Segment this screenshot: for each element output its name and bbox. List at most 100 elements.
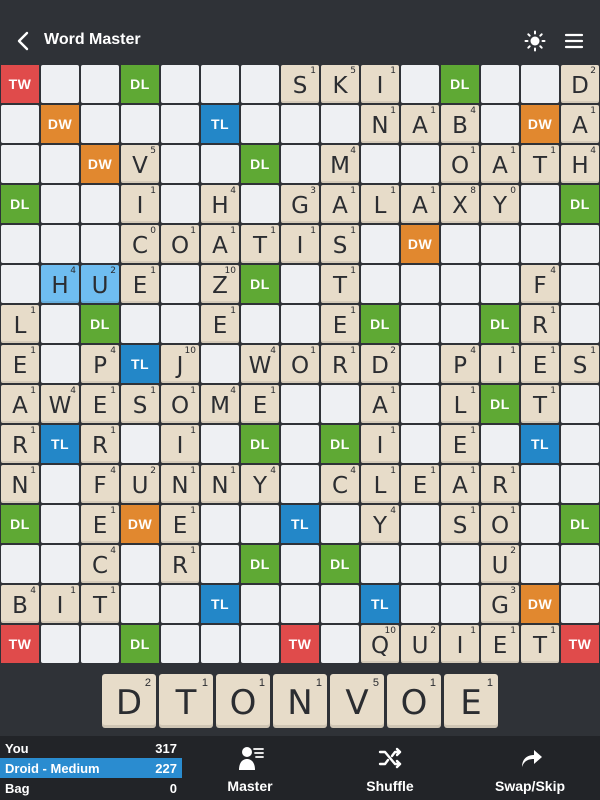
premium-cell-tl[interactable]: TL	[521, 425, 559, 463]
board-cell[interactable]	[561, 465, 599, 503]
board-cell[interactable]	[441, 265, 479, 303]
board-cell[interactable]	[161, 145, 199, 183]
board-cell[interactable]	[321, 105, 359, 143]
premium-cell-dl[interactable]: DL	[121, 65, 159, 103]
premium-cell-dl[interactable]: DL	[121, 625, 159, 663]
board-cell[interactable]	[81, 225, 119, 263]
board-cell[interactable]	[561, 385, 599, 423]
premium-cell-dl[interactable]: DL	[561, 505, 599, 543]
board-cell[interactable]	[41, 505, 79, 543]
premium-cell-dl[interactable]: DL	[241, 425, 279, 463]
board-cell[interactable]	[241, 505, 279, 543]
board-cell[interactable]	[441, 305, 479, 343]
board-cell[interactable]	[561, 425, 599, 463]
board-cell[interactable]	[521, 545, 559, 583]
premium-cell-dl[interactable]: DL	[481, 385, 519, 423]
board-cell[interactable]	[481, 425, 519, 463]
board-cell[interactable]	[281, 385, 319, 423]
premium-cell-dl[interactable]: DL	[321, 545, 359, 583]
premium-cell-dw[interactable]: DW	[521, 585, 559, 623]
board-cell[interactable]	[401, 65, 439, 103]
premium-cell-tl[interactable]: TL	[121, 345, 159, 383]
premium-cell-dl[interactable]: DL	[1, 185, 39, 223]
swap-skip-button[interactable]: Swap/Skip	[470, 736, 590, 800]
premium-cell-tl[interactable]: TL	[361, 585, 399, 623]
premium-cell-tl[interactable]: TL	[201, 105, 239, 143]
board-cell[interactable]	[41, 225, 79, 263]
board-cell[interactable]	[161, 305, 199, 343]
board-cell[interactable]	[161, 625, 199, 663]
board-cell[interactable]	[281, 425, 319, 463]
board-cell[interactable]	[361, 265, 399, 303]
premium-cell-tl[interactable]: TL	[281, 505, 319, 543]
board-cell[interactable]	[81, 105, 119, 143]
board-cell[interactable]	[361, 225, 399, 263]
premium-cell-dw[interactable]: DW	[41, 105, 79, 143]
board-cell[interactable]	[161, 185, 199, 223]
board-cell[interactable]	[201, 625, 239, 663]
menu-button[interactable]	[563, 30, 585, 52]
board-cell[interactable]	[1, 105, 39, 143]
board-cell[interactable]	[441, 585, 479, 623]
board-cell[interactable]	[201, 65, 239, 103]
board-cell[interactable]	[321, 385, 359, 423]
board-cell[interactable]	[121, 585, 159, 623]
board-cell[interactable]	[121, 305, 159, 343]
board-cell[interactable]	[321, 625, 359, 663]
board-cell[interactable]	[401, 585, 439, 623]
premium-cell-tw[interactable]: TW	[281, 625, 319, 663]
board-cell[interactable]	[161, 65, 199, 103]
board-cell[interactable]	[481, 105, 519, 143]
premium-cell-dw[interactable]: DW	[401, 225, 439, 263]
board-cell[interactable]	[521, 465, 559, 503]
rack-tile[interactable]: D2	[102, 674, 156, 728]
premium-cell-tw[interactable]: TW	[1, 625, 39, 663]
premium-cell-tw[interactable]: TW	[561, 625, 599, 663]
premium-cell-dw[interactable]: DW	[81, 145, 119, 183]
rack-tile[interactable]: O1	[387, 674, 441, 728]
board-cell[interactable]	[201, 505, 239, 543]
board-cell[interactable]	[41, 65, 79, 103]
board-cell[interactable]	[241, 305, 279, 343]
rack-tile[interactable]: N1	[273, 674, 327, 728]
premium-cell-dl[interactable]: DL	[321, 425, 359, 463]
board-cell[interactable]	[161, 585, 199, 623]
board-cell[interactable]	[241, 185, 279, 223]
board-cell[interactable]	[241, 585, 279, 623]
board-cell[interactable]	[41, 545, 79, 583]
premium-cell-dl[interactable]: DL	[241, 145, 279, 183]
board-cell[interactable]	[281, 145, 319, 183]
board-cell[interactable]	[481, 65, 519, 103]
premium-cell-dl[interactable]: DL	[241, 545, 279, 583]
master-button[interactable]: Master	[190, 736, 310, 800]
board-cell[interactable]	[561, 545, 599, 583]
board-cell[interactable]	[41, 625, 79, 663]
shuffle-button[interactable]: Shuffle	[330, 736, 450, 800]
rack-tile[interactable]: E1	[444, 674, 498, 728]
premium-cell-dl[interactable]: DL	[481, 305, 519, 343]
board-cell[interactable]	[81, 625, 119, 663]
board-cell[interactable]	[401, 545, 439, 583]
board-cell[interactable]	[201, 345, 239, 383]
board-cell[interactable]	[281, 545, 319, 583]
board-cell[interactable]	[121, 545, 159, 583]
board-cell[interactable]	[81, 65, 119, 103]
board-cell[interactable]	[1, 265, 39, 303]
board-cell[interactable]	[201, 425, 239, 463]
board-cell[interactable]	[401, 505, 439, 543]
board-cell[interactable]	[281, 105, 319, 143]
board-cell[interactable]	[41, 305, 79, 343]
premium-cell-dl[interactable]: DL	[361, 305, 399, 343]
board-cell[interactable]	[281, 585, 319, 623]
board-cell[interactable]	[521, 505, 559, 543]
premium-cell-dl[interactable]: DL	[241, 265, 279, 303]
premium-cell-tl[interactable]: TL	[41, 425, 79, 463]
board-cell[interactable]	[401, 145, 439, 183]
board-cell[interactable]	[561, 305, 599, 343]
board-cell[interactable]	[441, 225, 479, 263]
board-cell[interactable]	[321, 585, 359, 623]
board-cell[interactable]	[241, 105, 279, 143]
board-cell[interactable]	[361, 145, 399, 183]
board-cell[interactable]	[561, 585, 599, 623]
board-cell[interactable]	[401, 265, 439, 303]
